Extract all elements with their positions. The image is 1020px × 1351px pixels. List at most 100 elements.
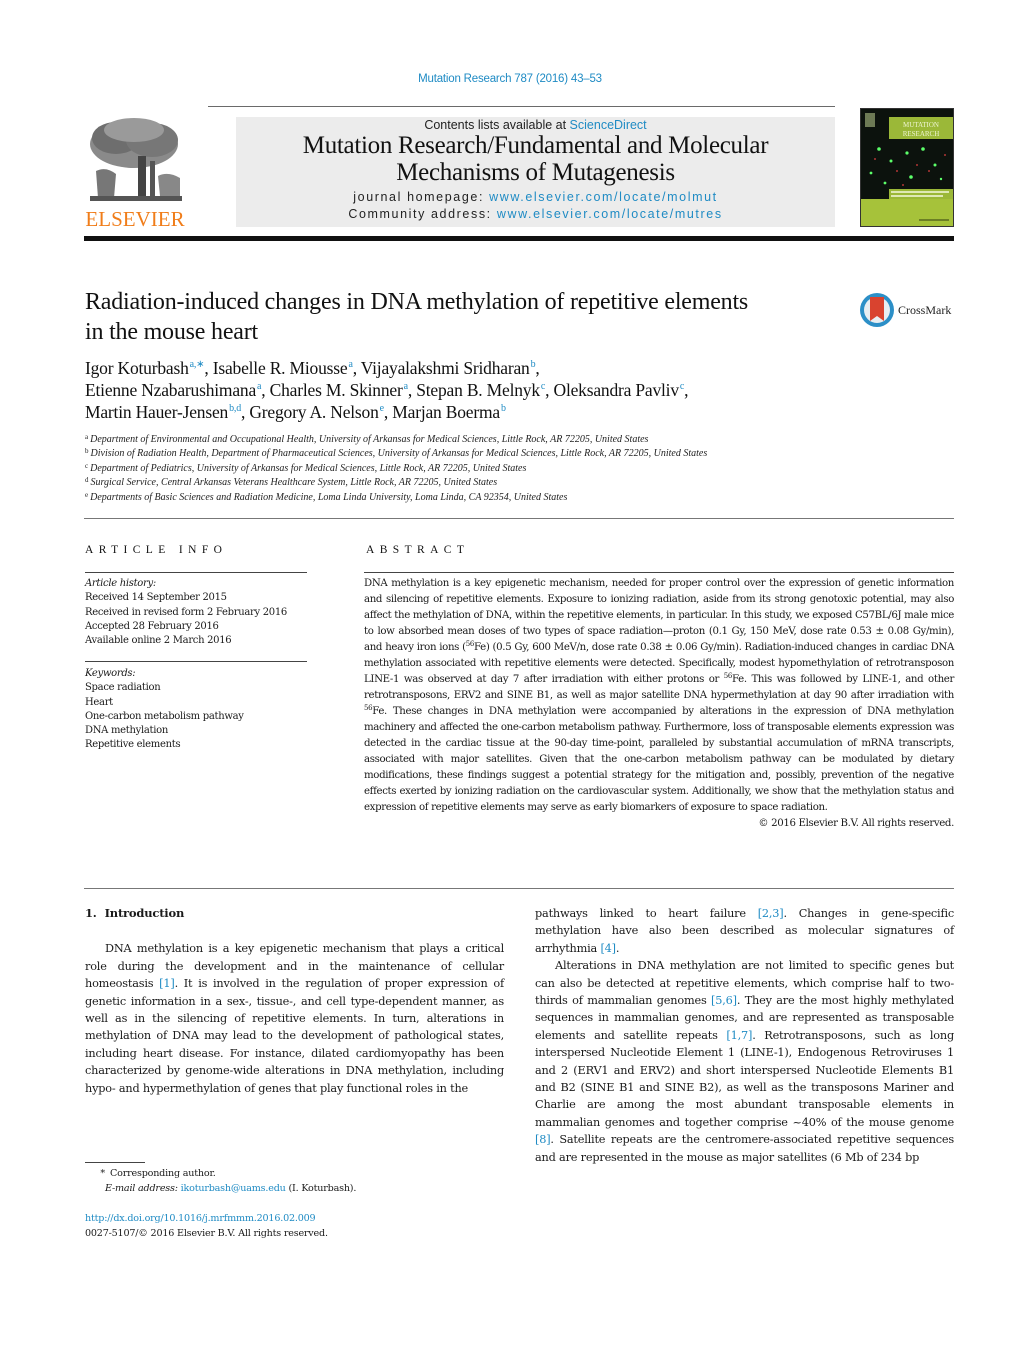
paragraph: pathways linked to heart failure [2,3]. …	[535, 905, 954, 957]
divider	[84, 888, 954, 889]
section-heading: 1. Introduction	[85, 905, 504, 922]
reference-link[interactable]: [2,3]	[758, 907, 784, 920]
homepage-line: journal homepage: www.elsevier.com/locat…	[236, 189, 835, 223]
affiliation-text: Departments of Basic Sciences and Radiat…	[90, 491, 568, 503]
journal-title-line1: Mutation Research/Fundamental and Molecu…	[302, 132, 769, 159]
keyword: DNA methylation	[85, 725, 169, 737]
header-bottom-rule	[84, 236, 954, 241]
keywords-label: Keywords:	[85, 668, 136, 679]
doi-block: http://dx.doi.org/10.1016/j.mrfmmm.2016.…	[85, 1212, 505, 1241]
email-link[interactable]: ikoturbash@uams.edu	[181, 1183, 286, 1194]
abstract-body: DNA methylation is a key epigenetic mech…	[364, 576, 954, 832]
reference-link[interactable]: [1,7]	[726, 1029, 752, 1042]
divider	[85, 572, 307, 573]
author-name[interactable]: Marjan Boerma	[392, 402, 500, 422]
cover-title-2: RESEARCH	[903, 130, 940, 138]
journal-title: Mutation Research/Fundamental and Molecu…	[236, 132, 835, 186]
reference-link[interactable]: [4]	[600, 942, 616, 955]
history-item: Available online 2 March 2016	[85, 635, 232, 647]
affiliation-key: b	[85, 447, 89, 456]
header-top-rule	[208, 106, 835, 107]
affiliation-text: Division of Radiation Health, Department…	[90, 448, 708, 460]
email-owner: (I. Koturbash).	[285, 1182, 357, 1194]
reference-link[interactable]: [1]	[159, 977, 175, 990]
affiliation-ref[interactable]: a,∗	[190, 359, 205, 370]
keyword: Space radiation	[85, 682, 161, 694]
text: . Satellite repeats are the centromere-a…	[535, 1133, 954, 1164]
elsevier-wordmark: ELSEVIER	[85, 207, 185, 231]
doi-link[interactable]: http://dx.doi.org/10.1016/j.mrfmmm.2016.…	[85, 1213, 316, 1224]
footnote-marker: *	[100, 1168, 105, 1179]
author-name[interactable]: Isabelle R. Miousse	[213, 358, 348, 378]
section-number: 1.	[85, 906, 97, 920]
isotope-superscript: 56	[723, 672, 733, 680]
community-label: Community address:	[348, 207, 497, 221]
reference-link[interactable]: [8]	[535, 1133, 551, 1146]
abstract-copyright: © 2016 Elsevier B.V. All rights reserved…	[758, 818, 954, 829]
abstract-heading: ABSTRACT	[366, 544, 470, 556]
text: .	[615, 941, 620, 955]
affiliation-item: d Surgical Service, Central Arkansas Vete…	[85, 476, 945, 490]
crossmark-icon	[860, 293, 894, 327]
separator: ,	[352, 358, 361, 378]
separator: ,	[684, 380, 689, 400]
keywords: Keywords: Space radiation Heart One-carb…	[85, 667, 310, 753]
affiliation-list: a Department of Environmental and Occupat…	[85, 433, 945, 505]
affiliation-text: Department of Pediatrics, University of …	[90, 462, 527, 474]
affiliation-item: a Department of Environmental and Occupat…	[85, 433, 945, 447]
crossmark-button[interactable]: CrossMark	[858, 291, 958, 331]
affiliation-ref[interactable]: b,d	[229, 403, 241, 414]
author-line: Etienne Nzabarushimanaa, Charles M. Skin…	[85, 379, 905, 401]
journal-cover-thumbnail[interactable]: MUTATION RESEARCH	[860, 108, 954, 227]
homepage-label: journal homepage:	[353, 190, 490, 204]
journal-title-line2: Mechanisms of Mutagenesis	[396, 159, 675, 186]
author-list: Igor Koturbasha,∗, Isabelle R. Mioussea,…	[85, 357, 905, 423]
affiliation-key: d	[85, 476, 89, 485]
elsevier-tree-icon	[90, 118, 182, 201]
sciencedirect-link[interactable]: ScienceDirect	[570, 118, 647, 132]
affiliation-ref[interactable]: b	[501, 403, 506, 414]
issn-copyright: 0027-5107/© 2016 Elsevier B.V. All right…	[85, 1227, 328, 1239]
abstract-text: DNA methylation is a key epigenetic mech…	[364, 576, 954, 816]
journal-homepage-link[interactable]: www.elsevier.com/locate/molmut	[489, 190, 718, 204]
abstract-text-part: Fe. These changes in DNA methylation wer…	[364, 706, 954, 813]
journal-citation-link[interactable]: Mutation Research 787 (2016) 43–53	[0, 73, 1020, 85]
separator: ,	[204, 358, 213, 378]
author-name[interactable]: Vijayalakshmi Sridharan	[361, 358, 530, 378]
affiliation-text: Department of Environmental and Occupati…	[90, 434, 649, 445]
section-title: Introduction	[104, 906, 185, 920]
footnote-rule	[85, 1162, 145, 1163]
history-item: Received in revised form 2 February 2016	[85, 606, 287, 618]
affiliation-key: a	[85, 433, 89, 441]
elsevier-logo[interactable]: ELSEVIER	[84, 116, 186, 231]
affiliation-key: c	[85, 461, 89, 470]
affiliation-item: b Division of Radiation Health, Departmen…	[85, 447, 945, 461]
article-title-line2: in the mouse heart	[85, 319, 259, 345]
author-name[interactable]: Etienne Nzabarushimana	[85, 380, 256, 400]
author-name[interactable]: Martin Hauer-Jensen	[85, 402, 228, 422]
affiliation-item: c Department of Pediatrics, University of…	[85, 462, 945, 476]
journal-cover-image: MUTATION RESEARCH	[861, 109, 953, 226]
contents-prefix: Contents lists available at	[424, 118, 570, 132]
author-name[interactable]: Charles M. Skinner	[270, 380, 403, 400]
separator: ,	[545, 380, 554, 400]
author-name[interactable]: Stepan B. Melnyk	[416, 380, 540, 400]
text: . Retrotransposons, such as long intersp…	[535, 1028, 954, 1129]
body-column-right: pathways linked to heart failure [2,3] . …	[535, 905, 954, 1166]
journal-masthead: Contents lists available at ScienceDirec…	[236, 117, 835, 227]
author-name[interactable]: Oleksandra Pavliv	[554, 380, 680, 400]
affiliation-item: e Departments of Basic Sciences and Radia…	[85, 491, 945, 505]
keyword: One-carbon metabolism pathway	[85, 710, 244, 722]
article-title-line1: Radiation-induced changes in DNA methyla…	[85, 289, 749, 315]
separator: ,	[535, 358, 540, 378]
article-info-heading: ARTICLE INFO	[85, 544, 228, 556]
body-column-left: 1. Introduction DNA methylation is a key …	[85, 905, 504, 1097]
isotope-superscript: 56	[364, 704, 373, 712]
author-name[interactable]: Gregory A. Nelson	[249, 402, 378, 422]
author-name[interactable]: Igor Koturbash	[85, 358, 189, 378]
separator: ,	[261, 380, 270, 400]
author-line: Martin Hauer-Jensenb,d, Gregory A. Nelso…	[85, 401, 905, 423]
reference-link[interactable]: [5,6]	[711, 994, 737, 1007]
text: pathways linked to heart failure	[535, 907, 758, 920]
community-address-link[interactable]: www.elsevier.com/locate/mutres	[497, 207, 723, 221]
